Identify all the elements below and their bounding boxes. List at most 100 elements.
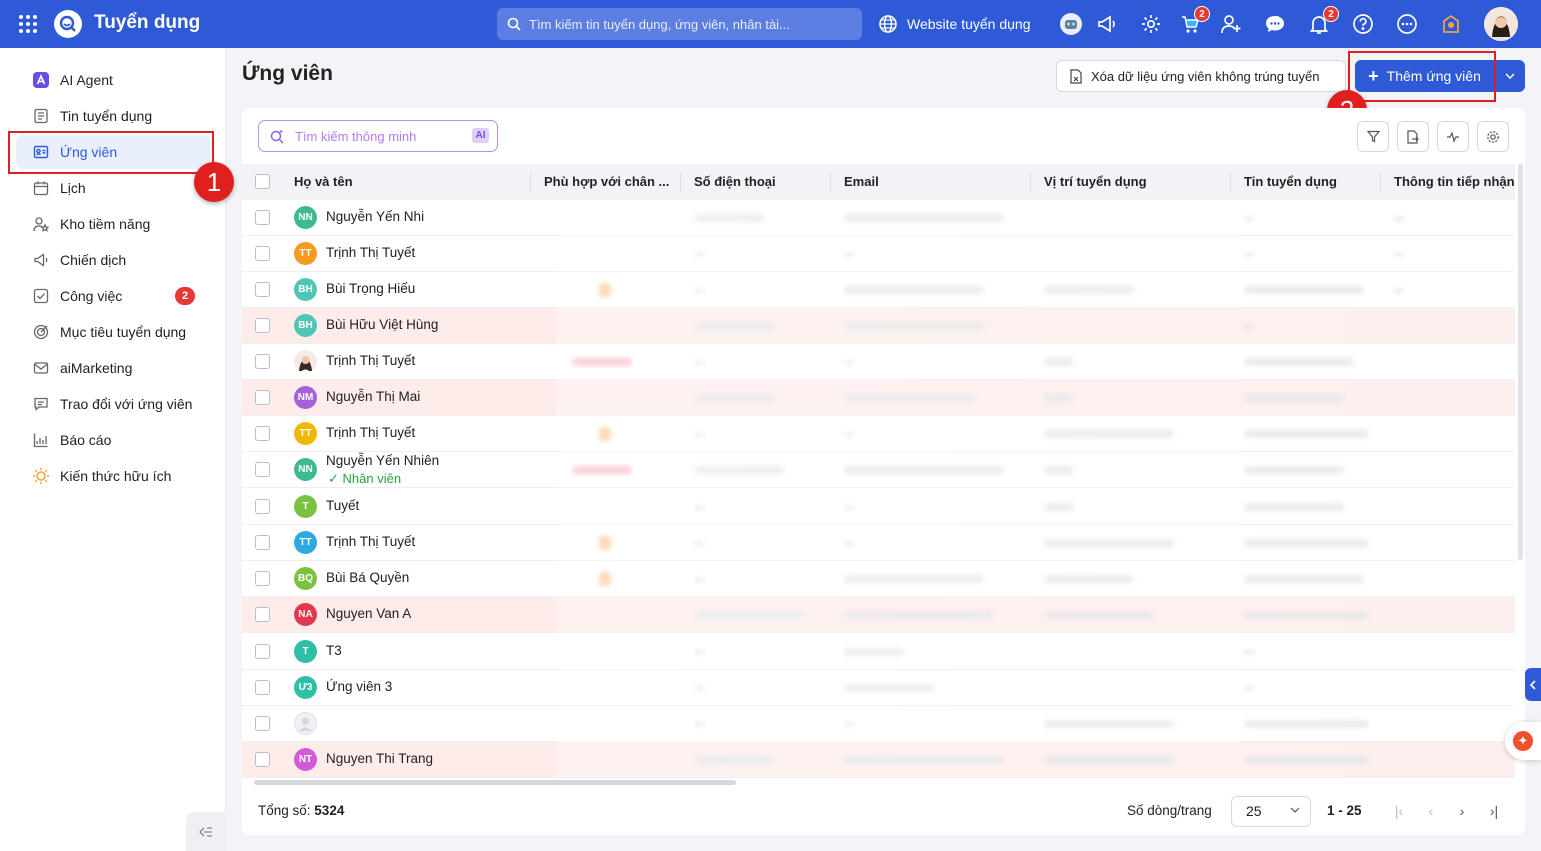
candidate-name[interactable]: Nguyễn Yến Nhi xyxy=(326,209,424,224)
app-logo-icon xyxy=(54,10,82,38)
filter-button[interactable] xyxy=(1357,121,1389,152)
next-page-icon[interactable]: › xyxy=(1454,803,1470,819)
column-header-job-post[interactable]: Tin tuyển dụng xyxy=(1244,164,1374,200)
candidate-name[interactable]: Nguyen Van A xyxy=(326,606,411,621)
row-checkbox[interactable] xyxy=(255,354,270,369)
more-icon[interactable] xyxy=(1395,12,1419,36)
rows-per-page-select[interactable]: 25 xyxy=(1231,796,1311,827)
side-drawer-toggle[interactable] xyxy=(1525,668,1541,701)
candidate-name[interactable]: Nguyễn Thị Mai xyxy=(326,389,420,404)
sidebar-item-label: Báo cáo xyxy=(60,432,112,448)
bell-icon[interactable]: 2 xyxy=(1307,6,1339,36)
row-checkbox[interactable] xyxy=(255,246,270,261)
export-button[interactable] xyxy=(1397,121,1429,152)
row-checkbox[interactable] xyxy=(255,210,270,225)
app-grid-icon[interactable] xyxy=(18,14,38,34)
row-checkbox[interactable] xyxy=(255,499,270,514)
sidebar-item-calendar[interactable]: Lịch xyxy=(16,171,211,205)
row-checkbox[interactable] xyxy=(255,571,270,586)
add-candidate-dropdown[interactable] xyxy=(1495,73,1525,79)
candidate-name[interactable]: Trịnh Thị Tuyết xyxy=(326,353,415,368)
idea-badge-icon[interactable] xyxy=(1439,12,1463,36)
row-checkbox[interactable] xyxy=(255,318,270,333)
column-header-email[interactable]: Email xyxy=(844,164,1024,200)
chat-bubble-icon[interactable] xyxy=(1263,12,1287,36)
sidebar-item-job-posts[interactable]: Tin tuyển dụng xyxy=(16,99,211,133)
candidate-name[interactable]: Trịnh Thị Tuyết xyxy=(326,245,415,260)
candidate-name[interactable]: Bùi Bá Quyền xyxy=(326,570,409,585)
candidate-name[interactable]: Tuyết xyxy=(326,498,359,513)
horizontal-scrollbar[interactable] xyxy=(254,780,736,785)
document-icon xyxy=(32,107,50,125)
smart-search-input[interactable]: Tìm kiếm thông minh AI xyxy=(258,120,498,152)
sidebar-item-label: Mục tiêu tuyển dụng xyxy=(60,324,187,340)
row-checkbox[interactable] xyxy=(255,390,270,405)
row-checkbox[interactable] xyxy=(255,644,270,659)
select-all-checkbox[interactable] xyxy=(255,174,270,189)
candidate-name[interactable]: Trịnh Thị Tuyết xyxy=(326,425,415,440)
column-header-name[interactable]: Họ và tên xyxy=(294,164,524,200)
sidebar-item-reports[interactable]: Báo cáo xyxy=(16,423,211,457)
app-title[interactable]: Tuyển dụng xyxy=(94,12,200,34)
megaphone-icon xyxy=(32,251,50,269)
sidebar-item-tasks[interactable]: Công việc 2 xyxy=(16,279,211,313)
row-checkbox[interactable] xyxy=(255,462,270,477)
delete-button-label: Xóa dữ liệu ứng viên không trúng tuyển xyxy=(1091,68,1320,84)
sidebar-item-campaigns[interactable]: Chiến dịch xyxy=(16,243,211,277)
ai-search-icon xyxy=(270,129,284,144)
candidate-name[interactable]: Nguyen Thi Trang xyxy=(326,751,433,766)
sidebar-item-label: Kiến thức hữu ích xyxy=(60,468,172,484)
row-checkbox[interactable] xyxy=(255,535,270,550)
candidate-name[interactable]: Bùi Hữu Việt Hùng xyxy=(326,317,438,332)
column-header-phone[interactable]: Số điện thoại xyxy=(694,164,824,200)
table-settings-button[interactable] xyxy=(1477,121,1509,152)
row-checkbox[interactable] xyxy=(255,716,270,731)
sidebar-item-talent-pool[interactable]: Kho tiềm năng xyxy=(16,207,211,241)
assistant-fab[interactable]: ✦ xyxy=(1505,722,1541,760)
total-label: Tổng số: xyxy=(258,803,311,818)
candidate-name[interactable]: Bùi Trọng Hiếu xyxy=(326,281,415,296)
sidebar-item-messages[interactable]: Trao đổi với ứng viên xyxy=(16,387,211,421)
prev-page-icon[interactable]: ‹ xyxy=(1423,803,1439,819)
row-checkbox[interactable] xyxy=(255,752,270,767)
candidate-avatar: T xyxy=(294,495,317,518)
sidebar-item-ai-agent[interactable]: AI Agent xyxy=(16,63,211,97)
users-star-icon xyxy=(32,215,50,233)
row-checkbox[interactable] xyxy=(255,680,270,695)
website-label: Website tuyển dụng xyxy=(907,16,1031,32)
collapse-sidebar-button[interactable] xyxy=(186,812,226,851)
row-checkbox[interactable] xyxy=(255,607,270,622)
website-button[interactable]: Website tuyển dụng xyxy=(878,14,1031,34)
candidate-name[interactable]: T3 xyxy=(326,643,342,658)
column-header-position[interactable]: Vị trí tuyển dụng xyxy=(1044,164,1224,200)
activity-button[interactable] xyxy=(1437,121,1469,152)
row-checkbox[interactable] xyxy=(255,282,270,297)
chevron-left-icon xyxy=(1530,679,1536,690)
cart-icon[interactable]: 2 xyxy=(1178,6,1210,36)
robot-icon[interactable] xyxy=(1059,12,1083,36)
megaphone-icon[interactable] xyxy=(1095,12,1119,36)
first-page-icon[interactable]: |‹ xyxy=(1391,803,1407,819)
add-user-icon[interactable] xyxy=(1219,12,1243,36)
candidate-name[interactable]: Trịnh Thị Tuyết xyxy=(326,534,415,549)
user-avatar[interactable] xyxy=(1484,7,1518,41)
vertical-scrollbar[interactable] xyxy=(1518,164,1523,560)
delete-rejected-data-button[interactable]: Xóa dữ liệu ứng viên không trúng tuyển xyxy=(1056,60,1346,92)
sidebar-item-knowledge[interactable]: Kiến thức hữu ích xyxy=(16,459,211,493)
file-delete-icon xyxy=(1070,68,1082,84)
chevron-down-icon xyxy=(1290,807,1300,813)
settings-gear-icon[interactable] xyxy=(1139,12,1163,36)
sidebar-item-ai-marketing[interactable]: aiMarketing xyxy=(16,351,211,385)
candidate-name[interactable]: Nguyễn Yến Nhiên xyxy=(326,453,439,468)
candidate-avatar: NT xyxy=(294,748,317,771)
candidate-name[interactable]: Ứng viên 3 xyxy=(326,679,392,694)
column-header-fit[interactable]: Phù hợp với chân ... xyxy=(544,164,674,200)
row-checkbox[interactable] xyxy=(255,426,270,441)
global-search-input[interactable]: Tìm kiếm tin tuyển dụng, ứng viên, nhân … xyxy=(497,8,862,40)
help-icon[interactable] xyxy=(1351,12,1375,36)
filter-icon xyxy=(1366,130,1380,143)
sidebar-item-recruit-goals[interactable]: Mục tiêu tuyển dụng xyxy=(16,315,211,349)
last-page-icon[interactable]: ›| xyxy=(1486,803,1502,819)
column-header-received-info[interactable]: Thông tin tiếp nhận xyxy=(1394,164,1515,200)
candidate-avatar: NA xyxy=(294,603,317,626)
